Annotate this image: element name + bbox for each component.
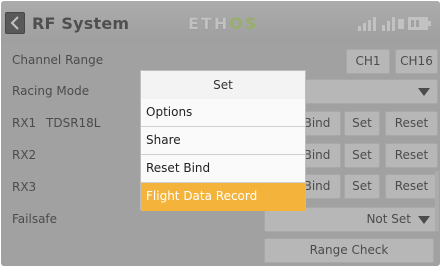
set-dialog: Set Options Share Reset Bind Flight Data… bbox=[140, 70, 306, 211]
menu-item-options[interactable]: Options bbox=[141, 99, 305, 127]
dialog-title: Set bbox=[141, 71, 305, 100]
menu-item-flight-data-record[interactable]: Flight Data Record bbox=[141, 183, 305, 211]
menu-item-reset-bind[interactable]: Reset Bind bbox=[141, 155, 305, 183]
rf-system-screen: RF System ETHOS Channel Range CH1 CH16 R… bbox=[1, 1, 440, 266]
menu-item-share[interactable]: Share bbox=[141, 127, 305, 155]
